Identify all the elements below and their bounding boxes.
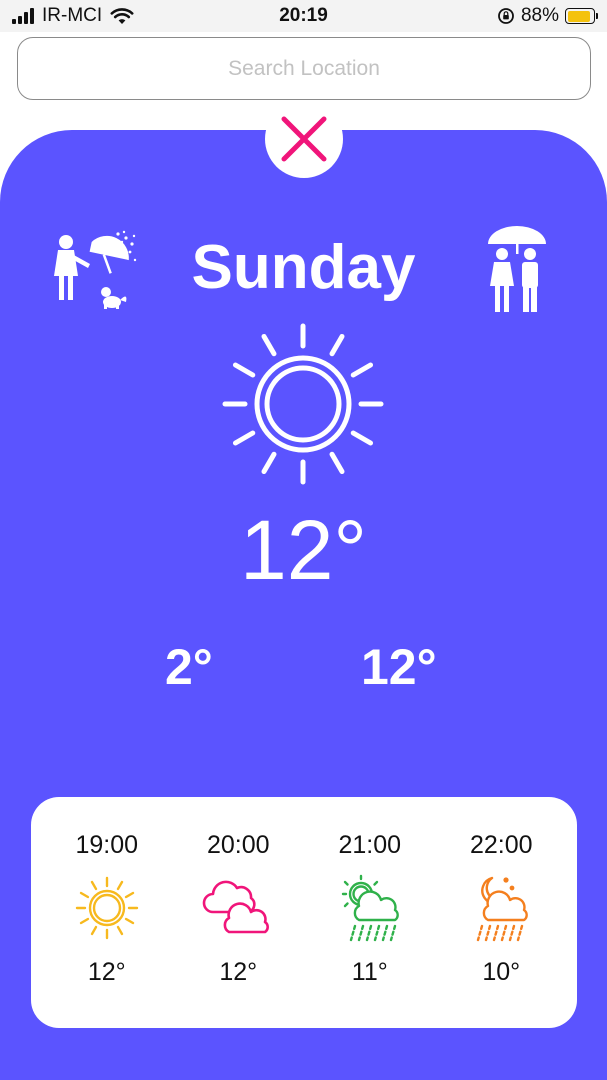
sun-ray (116, 880, 123, 891)
hourly-time: 21:00 (338, 831, 402, 859)
sun-ray (90, 925, 97, 936)
hourly-time: 19:00 (75, 831, 139, 859)
hourly-item: 19:00 12° (47, 797, 167, 1028)
sun-ray (124, 917, 134, 925)
sun-ray (79, 891, 89, 899)
sun-ray (350, 362, 374, 378)
min-temperature: 2° (165, 639, 213, 695)
current-temperature: 12° (239, 503, 368, 597)
cloudy-icon (202, 880, 270, 934)
hourly-temperature: 12° (219, 958, 258, 986)
day-title: Sunday (191, 233, 416, 302)
sun-ray (232, 430, 256, 446)
search-box (17, 37, 591, 100)
battery-level (567, 10, 590, 22)
status-bar: IR-MCI 20:19 88% (0, 0, 607, 32)
hourly-temperature: 10° (482, 958, 521, 986)
couple-under-umbrella-icon (488, 226, 546, 312)
hourly-time: 20:00 (206, 831, 270, 859)
sun-icon (75, 876, 138, 940)
battery-percent: 88% (520, 5, 559, 26)
sun-ray (116, 925, 123, 936)
sun-ray (124, 891, 134, 899)
hourly-item: 22:00 10° (441, 797, 561, 1028)
hourly-time: 22:00 (469, 831, 533, 859)
hourly-temperature: 11° (351, 958, 388, 986)
battery-icon (565, 8, 598, 24)
search-input[interactable] (18, 38, 590, 99)
sun-ray (232, 362, 256, 378)
sun-ray (329, 451, 345, 475)
sun-ray (90, 880, 97, 891)
status-right: 88% (497, 5, 598, 27)
hourly-item: 21:00 11° (310, 797, 430, 1028)
hourly-forecast: 19:00 12° 20:00 12° 21:00 11° 22:00 10° (31, 797, 577, 1028)
close-button[interactable] (265, 100, 343, 178)
close-icon (281, 116, 327, 162)
sun-icon (222, 323, 384, 485)
sun-ray (261, 333, 277, 357)
orientation-lock-icon (498, 8, 514, 24)
max-temperature: 12° (361, 639, 437, 695)
hourly-item: 20:00 12° (178, 797, 298, 1028)
moon-cloud-rain-icon (477, 876, 529, 942)
sun-cloud-rain-icon (341, 874, 399, 942)
girl-with-umbrella-and-dog-icon (54, 230, 137, 309)
sun-ray (79, 917, 89, 925)
sun-ray (329, 333, 345, 357)
sun-ray (261, 451, 277, 475)
hourly-temperature: 12° (87, 958, 126, 986)
sun-ray (350, 430, 374, 446)
